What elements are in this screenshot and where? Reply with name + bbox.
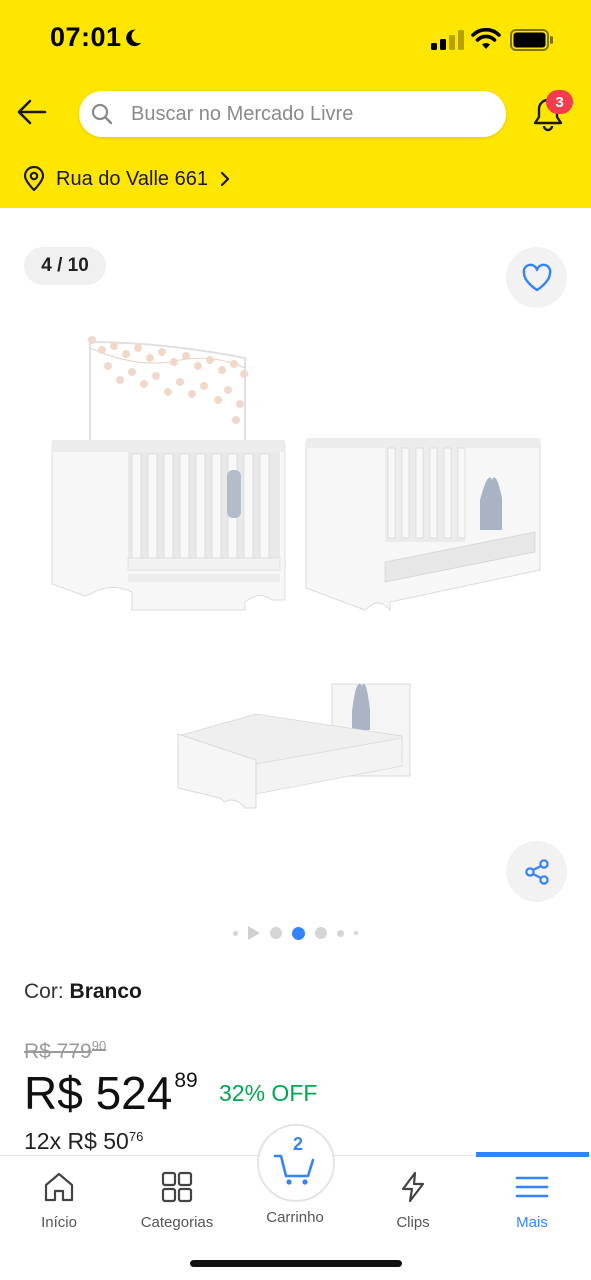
home-icon bbox=[44, 1172, 74, 1202]
original-price-cents: 90 bbox=[91, 1038, 107, 1053]
share-button[interactable] bbox=[506, 841, 567, 902]
home-indicator bbox=[190, 1260, 402, 1267]
tab-label: Início bbox=[41, 1214, 77, 1231]
tab-label: Carrinho bbox=[266, 1209, 324, 1226]
tab-label: Clips bbox=[396, 1214, 430, 1231]
installments-main: 12x R$ 50 bbox=[24, 1128, 129, 1154]
fairy-lights bbox=[88, 336, 248, 440]
tab-categorias[interactable]: Categorias bbox=[127, 1170, 227, 1240]
wifi-icon bbox=[471, 27, 501, 49]
heart-icon bbox=[522, 263, 551, 291]
battery-icon bbox=[510, 29, 553, 51]
tab-label: Mais bbox=[516, 1214, 548, 1231]
current-price: R$ 52489 bbox=[24, 1066, 198, 1120]
arrow-left-icon bbox=[17, 99, 47, 125]
original-price-main: R$ 779 bbox=[24, 1040, 92, 1063]
lightning-icon bbox=[401, 1171, 425, 1203]
share-icon bbox=[524, 858, 549, 885]
menu-icon bbox=[515, 1176, 549, 1198]
original-price: R$ 77990 bbox=[24, 1038, 106, 1064]
tab-label: Categorias bbox=[140, 1214, 214, 1231]
discount-label: 32% OFF bbox=[219, 1080, 318, 1106]
search-input[interactable] bbox=[131, 91, 491, 137]
chevron-right-icon bbox=[220, 171, 230, 187]
crib-open bbox=[305, 438, 541, 612]
pagination-dot-active[interactable] bbox=[291, 926, 305, 940]
pagination-dot[interactable] bbox=[353, 931, 358, 935]
pagination-dot[interactable] bbox=[232, 930, 238, 936]
signal-icon bbox=[431, 30, 464, 50]
installments: 12x R$ 5076 bbox=[24, 1128, 143, 1155]
tab-mais[interactable]: Mais bbox=[482, 1170, 582, 1240]
notification-badge: 3 bbox=[546, 90, 573, 114]
active-tab-indicator bbox=[476, 1152, 589, 1157]
color-variant[interactable]: Cor: Branco bbox=[24, 980, 142, 1004]
back-button[interactable] bbox=[14, 94, 50, 130]
pagination-dot[interactable] bbox=[314, 927, 327, 939]
status-bar: 07:01 bbox=[0, 0, 591, 80]
pagination-dot[interactable] bbox=[269, 927, 282, 939]
toddler-bed bbox=[177, 683, 411, 809]
top-header: 07:01 Buscar no Mercado Livre 3 Rua do V… bbox=[0, 0, 591, 208]
current-price-cents: 89 bbox=[174, 1069, 198, 1092]
tab-carrinho[interactable]: 2 bbox=[257, 1124, 335, 1202]
tab-inicio[interactable]: Início bbox=[9, 1170, 109, 1240]
grid-icon bbox=[161, 1171, 193, 1203]
video-play-icon[interactable] bbox=[247, 926, 260, 940]
color-label: Cor: bbox=[24, 980, 64, 1003]
search-icon bbox=[91, 103, 113, 125]
color-value: Branco bbox=[69, 980, 142, 1003]
status-time: 07:01 bbox=[50, 22, 122, 52]
product-image[interactable] bbox=[40, 320, 560, 830]
installments-cents: 76 bbox=[128, 1129, 144, 1144]
favorite-button[interactable] bbox=[506, 247, 567, 308]
search-bar[interactable] bbox=[79, 91, 506, 137]
pagination-dot[interactable] bbox=[336, 929, 344, 937]
crib-front bbox=[51, 440, 286, 611]
location-pin-icon bbox=[23, 166, 45, 192]
tab-clips[interactable]: Clips bbox=[363, 1170, 463, 1240]
gallery-pagination bbox=[225, 924, 365, 942]
cart-count: 2 bbox=[292, 1134, 303, 1154]
address-text: Rua do Valle 661 bbox=[56, 167, 208, 190]
current-price-main: R$ 524 bbox=[24, 1067, 173, 1119]
delivery-address[interactable]: Rua do Valle 661 bbox=[22, 164, 232, 194]
image-counter: 4 / 10 bbox=[24, 247, 106, 285]
moon-icon bbox=[126, 29, 142, 47]
